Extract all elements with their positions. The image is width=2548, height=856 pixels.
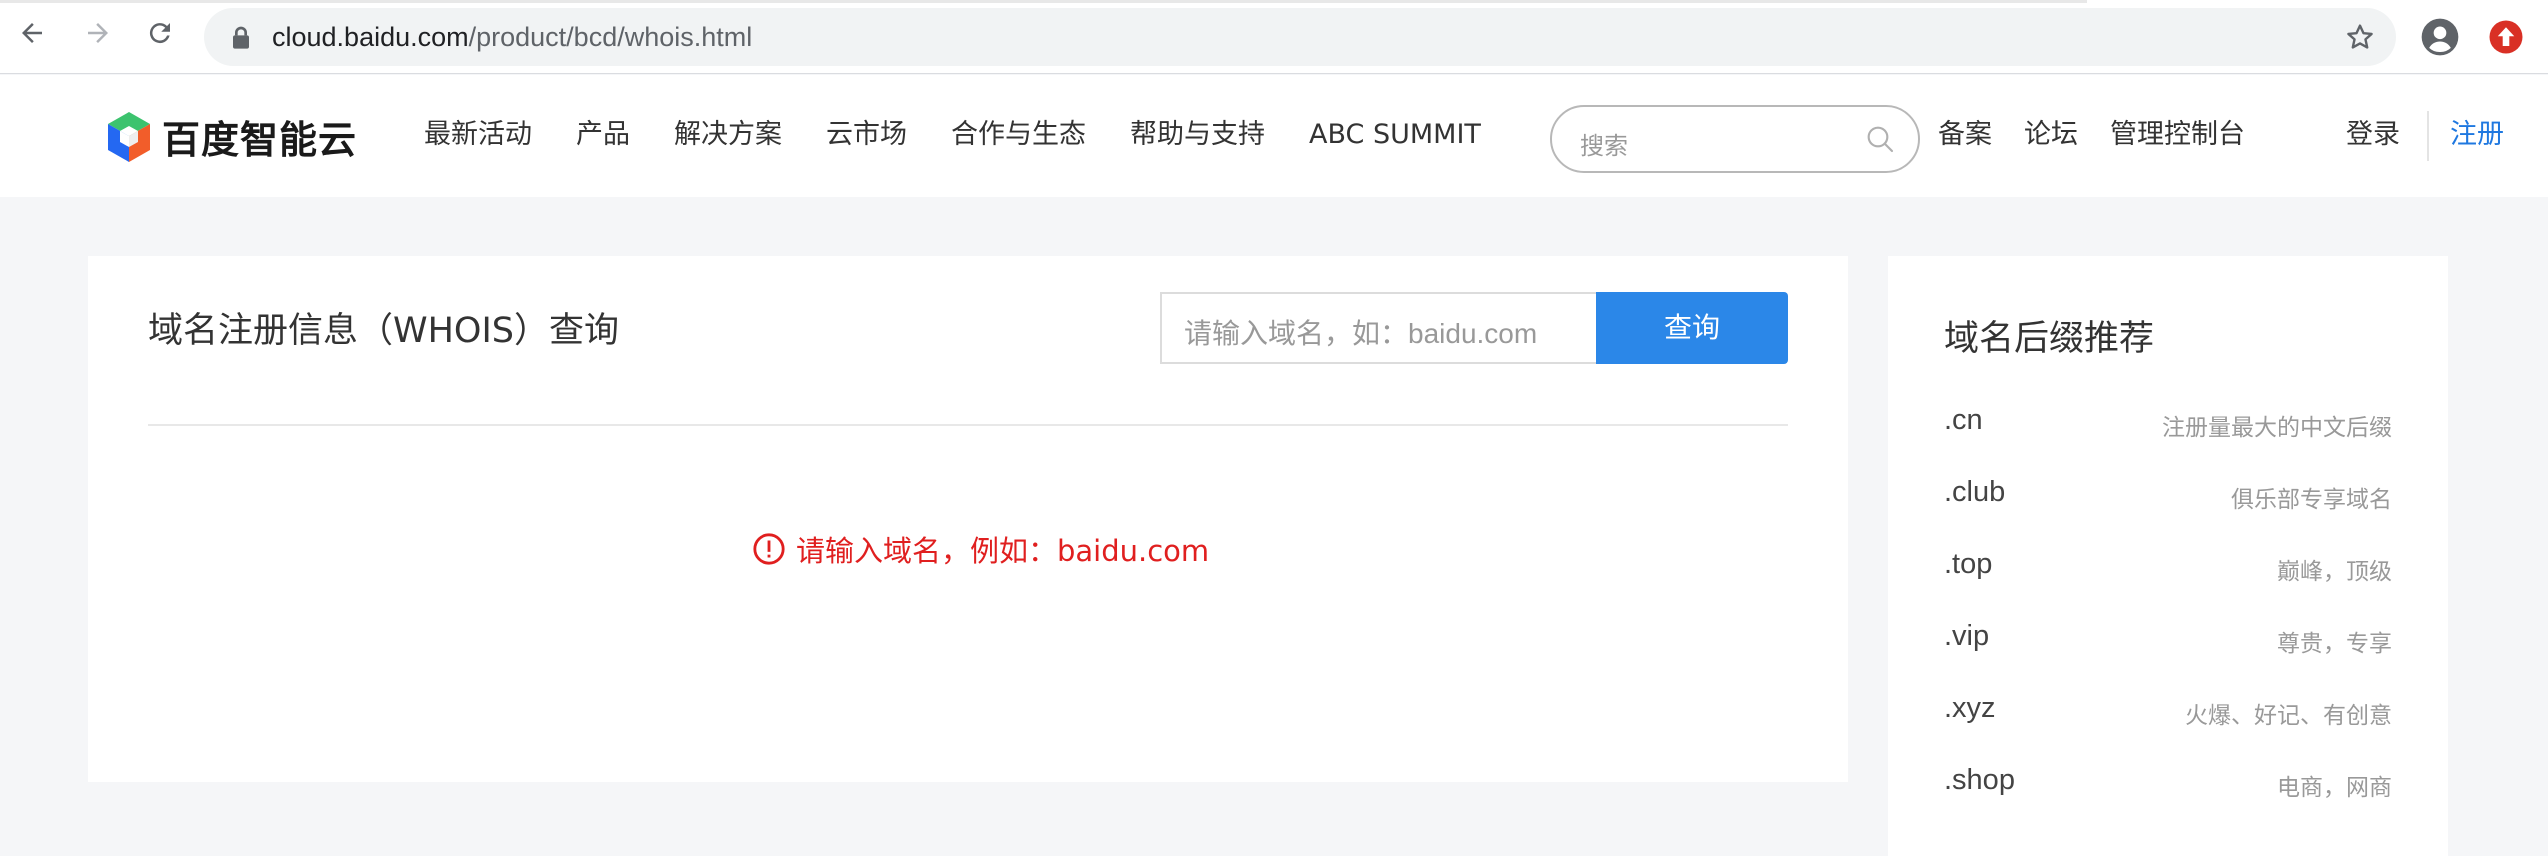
error-icon xyxy=(753,533,785,565)
nav-item-abc-summit[interactable]: ABC SUMMIT xyxy=(1309,115,1481,155)
site-search-placeholder: 搜索 xyxy=(1580,132,1628,160)
nav-item-latest-activities[interactable]: 最新活动 xyxy=(424,115,532,155)
nav-item-forum[interactable]: 论坛 xyxy=(2024,115,2078,155)
suffix-desc: 电商，网商 xyxy=(2277,775,2392,801)
suffix-name: .top xyxy=(1944,548,1993,580)
list-item[interactable]: .shop 电商，网商 xyxy=(1944,764,2392,804)
domain-input[interactable]: 请输入域名，如：baidu.com xyxy=(1160,292,1598,364)
site-header: 百度智能云 最新活动 产品 解决方案 云市场 合作与生态 帮助与支持 ABC S… xyxy=(0,75,2548,197)
suffix-name: .vip xyxy=(1944,620,1990,652)
card-divider xyxy=(148,424,1788,426)
site-search-input[interactable]: 搜索 xyxy=(1550,105,1920,173)
suffix-name: .club xyxy=(1944,476,2006,508)
main-nav: 最新活动 产品 解决方案 云市场 合作与生态 帮助与支持 ABC SUMMIT xyxy=(424,115,1481,155)
back-icon xyxy=(22,23,42,43)
forward-button[interactable] xyxy=(78,13,118,53)
query-button[interactable]: 查询 xyxy=(1596,292,1788,364)
login-link[interactable]: 登录 xyxy=(2346,115,2400,155)
url-host: cloud.baidu.com xyxy=(272,22,469,52)
nav-item-help[interactable]: 帮助与支持 xyxy=(1130,115,1265,155)
suffix-name: .xyz xyxy=(1944,692,1996,724)
url-text: cloud.baidu.com/product/bcd/whois.html xyxy=(272,22,752,52)
nav-item-filing[interactable]: 备案 xyxy=(1938,115,1992,155)
url-path: /product/bcd/whois.html xyxy=(468,22,753,52)
suffix-desc: 尊贵，专享 xyxy=(2277,631,2392,657)
page-title: 域名注册信息（WHOIS）查询 xyxy=(148,311,620,351)
error-message: 请输入域名，例如：baidu.com xyxy=(752,528,1209,570)
logo-cube-icon xyxy=(108,111,150,162)
suffix-desc: 火爆、好记、有创意 xyxy=(2185,703,2392,729)
header-divider xyxy=(2427,111,2429,161)
lock-icon xyxy=(233,26,249,49)
suffix-recommendation-panel: 域名后缀推荐 .cn 注册量最大的中文后缀 .club 俱乐部专享域名 .top… xyxy=(1888,256,2448,856)
list-item[interactable]: .club 俱乐部专享域名 xyxy=(1944,476,2392,516)
logo-text: 百度智能云 xyxy=(162,118,358,162)
error-text: 请输入域名，例如：baidu.com xyxy=(796,534,1210,568)
list-item[interactable]: .vip 尊贵，专享 xyxy=(1944,620,2392,660)
profile-icon[interactable] xyxy=(2420,17,2460,57)
nav-item-solutions[interactable]: 解决方案 xyxy=(674,115,782,155)
back-button[interactable] xyxy=(12,13,52,53)
suffix-desc: 注册量最大的中文后缀 xyxy=(2162,415,2392,441)
baidu-cloud-logo[interactable]: 百度智能云 xyxy=(104,109,357,164)
suffix-name: .shop xyxy=(1944,764,2015,796)
reload-button[interactable] xyxy=(140,13,180,53)
sidebar-title: 域名后缀推荐 xyxy=(1944,319,2155,359)
forward-icon xyxy=(88,23,108,43)
whois-query-card: 域名注册信息（WHOIS）查询 请输入域名，如：baidu.com 查询 请输入… xyxy=(88,256,1848,782)
list-item[interactable]: .xyz 火爆、好记、有创意 xyxy=(1944,692,2392,732)
nav-item-products[interactable]: 产品 xyxy=(576,115,630,155)
register-link[interactable]: 注册 xyxy=(2450,115,2504,155)
search-icon[interactable] xyxy=(1864,123,1896,155)
list-item[interactable]: .top 巅峰，顶级 xyxy=(1944,548,2392,588)
nav-item-console[interactable]: 管理控制台 xyxy=(2110,115,2245,155)
list-item[interactable]: .cn 注册量最大的中文后缀 xyxy=(1944,404,2392,444)
suffix-name: .cn xyxy=(1944,404,1983,436)
suffix-desc: 俱乐部专享域名 xyxy=(2231,487,2392,513)
address-bar[interactable]: cloud.baidu.com/product/bcd/whois.html xyxy=(204,8,2396,66)
star-icon[interactable] xyxy=(2344,21,2376,53)
update-icon[interactable] xyxy=(2488,19,2524,55)
browser-toolbar: cloud.baidu.com/product/bcd/whois.html xyxy=(0,0,2548,74)
nav-item-marketplace[interactable]: 云市场 xyxy=(826,115,907,155)
page-load-progress xyxy=(0,0,2087,3)
reload-icon xyxy=(149,23,170,44)
suffix-desc: 巅峰，顶级 xyxy=(2277,559,2392,585)
right-nav: 备案 论坛 管理控制台 xyxy=(1938,115,2277,155)
nav-item-partners[interactable]: 合作与生态 xyxy=(951,115,1086,155)
